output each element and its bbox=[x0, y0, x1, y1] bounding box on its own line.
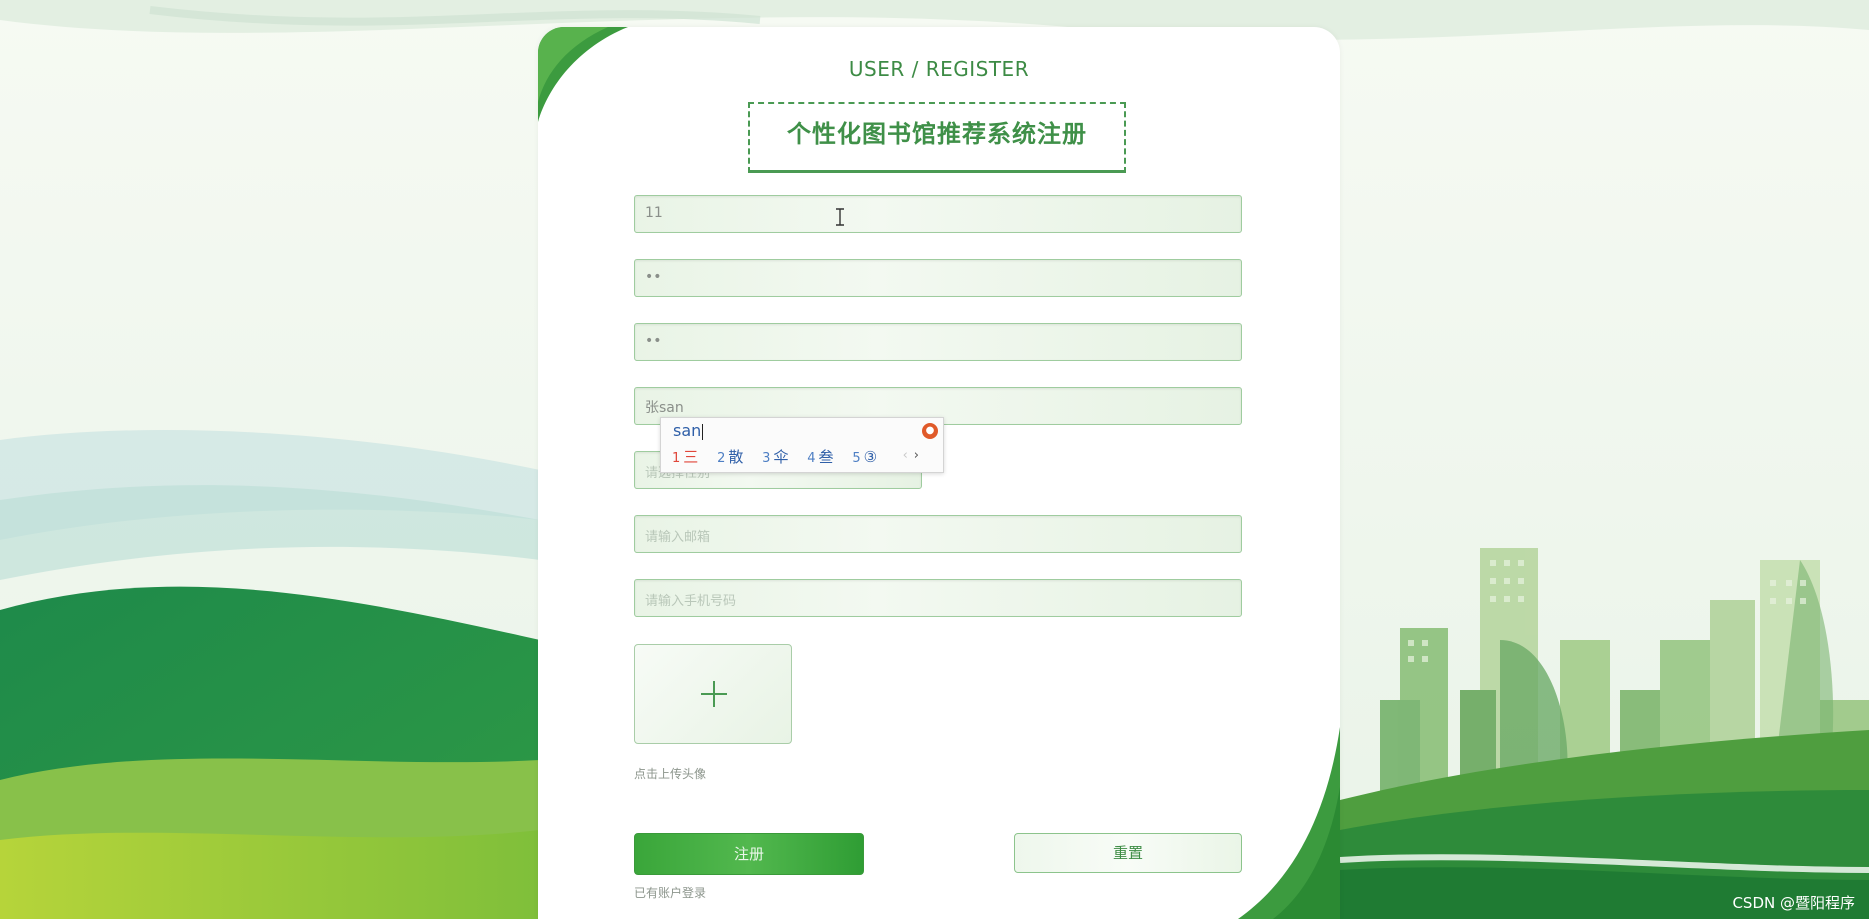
register-card: USER / REGISTER 个性化图书馆推荐系统注册 11 •• •• 张s… bbox=[538, 27, 1340, 919]
username-value: 11 bbox=[645, 205, 663, 221]
avatar-upload[interactable] bbox=[634, 644, 792, 744]
password-value: •• bbox=[645, 269, 662, 285]
text-caret bbox=[702, 423, 704, 440]
ime-next-icon[interactable]: › bbox=[914, 448, 919, 463]
ime-candidate[interactable]: 1三 bbox=[672, 448, 698, 466]
ime-prev-icon[interactable]: ‹ bbox=[903, 448, 908, 463]
ime-candidate[interactable]: 2散 bbox=[717, 448, 743, 466]
login-link[interactable]: 已有账户登录 bbox=[634, 884, 706, 901]
ime-candidate[interactable]: 5③ bbox=[852, 448, 877, 466]
ime-logo-icon[interactable]: ● bbox=[922, 423, 938, 439]
confirm-password-value: •• bbox=[645, 333, 662, 349]
ime-candidate-window: san ● 1三 2散 3伞 4叁 5③ ‹ › bbox=[660, 417, 944, 473]
plus-icon bbox=[701, 681, 727, 707]
username-input[interactable]: 11 bbox=[634, 195, 1242, 233]
ime-page-arrows: ‹ › bbox=[903, 448, 919, 463]
reset-button[interactable]: 重置 bbox=[1014, 833, 1242, 873]
ime-candidate[interactable]: 3伞 bbox=[762, 448, 788, 466]
phone-placeholder: 请输入手机号码 bbox=[645, 594, 737, 609]
ime-candidates: 1三 2散 3伞 4叁 5③ bbox=[672, 446, 891, 467]
ime-composition-text: san bbox=[673, 421, 702, 440]
phone-input[interactable]: 请输入手机号码 bbox=[634, 579, 1242, 617]
email-input[interactable]: 请输入邮箱 bbox=[634, 515, 1242, 553]
upload-hint: 点击上传头像 bbox=[634, 767, 707, 781]
name-value: 张san bbox=[645, 400, 684, 416]
page-title: 个性化图书馆推荐系统注册 bbox=[787, 120, 1087, 148]
register-button[interactable]: 注册 bbox=[634, 833, 864, 875]
ime-composition: san bbox=[673, 421, 704, 440]
text-cursor-icon bbox=[836, 208, 844, 226]
email-placeholder: 请输入邮箱 bbox=[645, 530, 711, 545]
ime-candidate[interactable]: 4叁 bbox=[807, 448, 833, 466]
title-frame: 个性化图书馆推荐系统注册 bbox=[748, 102, 1126, 173]
page-subtitle: USER / REGISTER bbox=[848, 57, 1030, 81]
password-input[interactable]: •• bbox=[634, 259, 1242, 297]
confirm-password-input[interactable]: •• bbox=[634, 323, 1242, 361]
watermark: CSDN @暨阳程序 bbox=[1732, 894, 1855, 912]
